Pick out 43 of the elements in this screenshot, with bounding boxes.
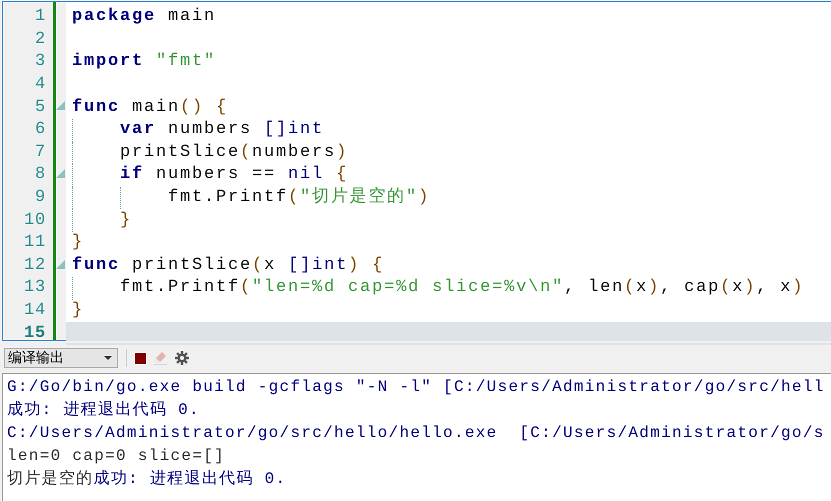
output-text: 成功: 进程退出代码 0. (7, 401, 200, 419)
settings-icon (175, 351, 189, 365)
code-line: } (72, 233, 84, 254)
line-number: 10 (24, 210, 46, 231)
line-number: 13 (24, 278, 46, 298)
line-number: 14 (24, 301, 46, 322)
code-line: import "fmt" (72, 52, 216, 72)
caret-icon (104, 356, 112, 360)
settings-button[interactable] (175, 351, 189, 365)
fold-marker-icon[interactable] (56, 260, 65, 269)
line-number: 15 (24, 324, 46, 344)
stop-icon (135, 352, 146, 364)
line-number: 9 (34, 188, 46, 208)
line-number: 12 (24, 256, 46, 276)
code-line: printSlice(numbers) (120, 142, 348, 163)
code-line: if numbers == nil { (120, 165, 348, 186)
output-text: 成功: 进程退出代码 0. (94, 470, 286, 488)
line-number: 8 (34, 165, 46, 186)
line-number: 6 (34, 120, 46, 140)
line-number: 3 (34, 52, 46, 72)
stop-button[interactable] (135, 352, 146, 364)
line-number: 1 (34, 7, 46, 28)
code-line: } (72, 301, 84, 322)
code-line: fmt.Printf("切片是空的") (168, 188, 430, 208)
output-text: C:/Users/Administrator/go/src/hello/hello.exe [C:/Users/Administrator/go/s (7, 424, 825, 442)
code-line: package main (72, 7, 216, 28)
fold-marker-icon[interactable] (56, 169, 65, 178)
eraser-icon (154, 351, 167, 365)
output-text: len=0 cap=0 slice=[] (7, 447, 226, 465)
code-line: func main() { (72, 98, 228, 118)
line-number: 7 (34, 142, 46, 163)
code-line: } (120, 210, 132, 231)
code-line: func printSlice(x []int) { (72, 256, 384, 276)
code-line: fmt.Printf("len=%d cap=%d slice=%v\n", len(x), cap(x), x) (120, 278, 804, 298)
line-number: 5 (34, 98, 46, 118)
code-line: var numbers []int (120, 120, 324, 140)
line-number: 4 (34, 75, 46, 96)
fold-marker-icon[interactable] (56, 101, 65, 110)
output-text: 切片是空的 (7, 470, 94, 488)
output-text: G:/Go/bin/go.exe build -gcflags ″-N -l″ [C:/Users/Administrator/go/src/hell (7, 378, 825, 396)
output-dropdown[interactable]: 编译输出 (4, 348, 118, 368)
line-number: 2 (34, 30, 46, 50)
line-number: 11 (24, 233, 46, 254)
